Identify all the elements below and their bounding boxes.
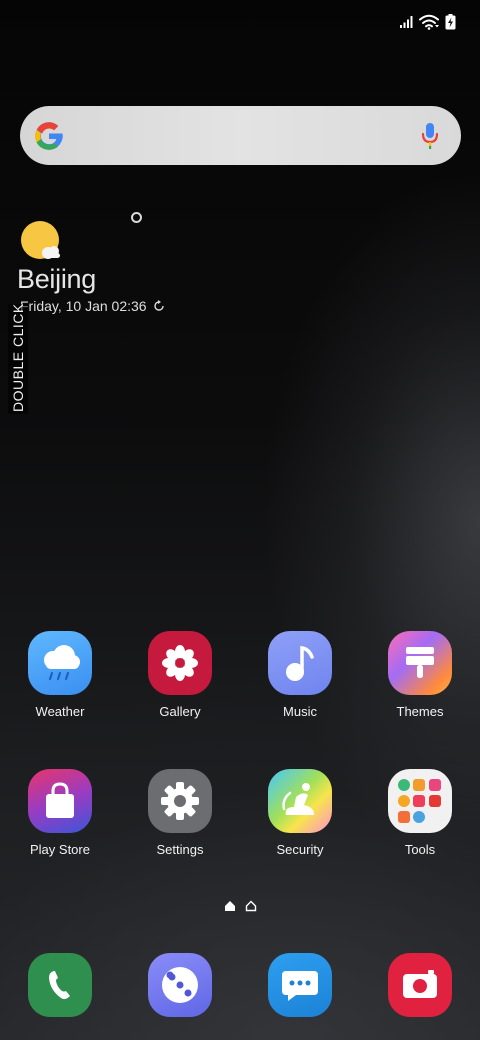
app-label: Music xyxy=(283,704,317,719)
messages-app-icon[interactable] xyxy=(268,953,332,1017)
battery-charging-icon xyxy=(445,14,456,30)
google-search-bar[interactable] xyxy=(20,106,461,165)
music-app-icon[interactable] xyxy=(268,631,332,695)
app-music[interactable]: Music xyxy=(250,631,350,719)
dock-messages[interactable] xyxy=(250,953,350,1017)
page-indicator[interactable] xyxy=(224,900,257,912)
sun-cloud-icon xyxy=(21,221,60,259)
camera-app-icon[interactable] xyxy=(388,953,452,1017)
weather-city: Beijing xyxy=(17,264,96,294)
widget-indicator-dot xyxy=(131,212,142,223)
dock-phone[interactable] xyxy=(10,953,110,1017)
internet-app-icon[interactable] xyxy=(148,953,212,1017)
app-label: Settings xyxy=(156,842,204,857)
weather-widget[interactable]: Beijing Friday, 10 Jan 02:36 xyxy=(16,208,216,318)
home-filled-icon[interactable] xyxy=(224,900,236,912)
dock-internet[interactable] xyxy=(130,953,230,1017)
weather-date-time: Friday, 10 Jan 02:36 xyxy=(20,298,147,314)
app-label: Play Store xyxy=(30,842,90,857)
app-label: Weather xyxy=(35,704,85,719)
security-app-icon[interactable] xyxy=(268,769,332,833)
play-store-app-icon[interactable] xyxy=(28,769,92,833)
tools-folder-icon[interactable] xyxy=(388,769,452,833)
app-tools-folder[interactable]: Tools xyxy=(370,769,470,857)
home-outline-icon[interactable] xyxy=(245,900,257,912)
app-label: Themes xyxy=(396,704,444,719)
signal-icon xyxy=(400,16,413,28)
wifi-icon xyxy=(419,14,439,30)
app-play-store[interactable]: Play Store xyxy=(10,769,110,857)
weather-app-icon[interactable] xyxy=(28,631,92,695)
themes-app-icon[interactable] xyxy=(388,631,452,695)
app-gallery[interactable]: Gallery xyxy=(130,631,230,719)
google-g-icon[interactable] xyxy=(34,121,64,151)
weather-date-row: Friday, 10 Jan 02:36 xyxy=(20,298,165,314)
phone-app-icon[interactable] xyxy=(28,953,92,1017)
app-label: Tools xyxy=(404,842,436,857)
dock-camera[interactable] xyxy=(370,953,470,1017)
app-label: Security xyxy=(276,842,324,857)
double-click-label[interactable]: DOUBLE CLICK xyxy=(8,303,28,414)
refresh-icon[interactable] xyxy=(153,300,165,312)
microphone-icon[interactable] xyxy=(421,122,439,150)
status-bar xyxy=(399,12,456,32)
app-weather[interactable]: Weather xyxy=(10,631,110,719)
search-input[interactable] xyxy=(74,126,411,145)
app-settings[interactable]: Settings xyxy=(130,769,230,857)
gallery-app-icon[interactable] xyxy=(148,631,212,695)
app-label: Gallery xyxy=(159,704,201,719)
app-themes[interactable]: Themes xyxy=(370,631,470,719)
settings-app-icon[interactable] xyxy=(148,769,212,833)
app-security[interactable]: Security xyxy=(250,769,350,857)
